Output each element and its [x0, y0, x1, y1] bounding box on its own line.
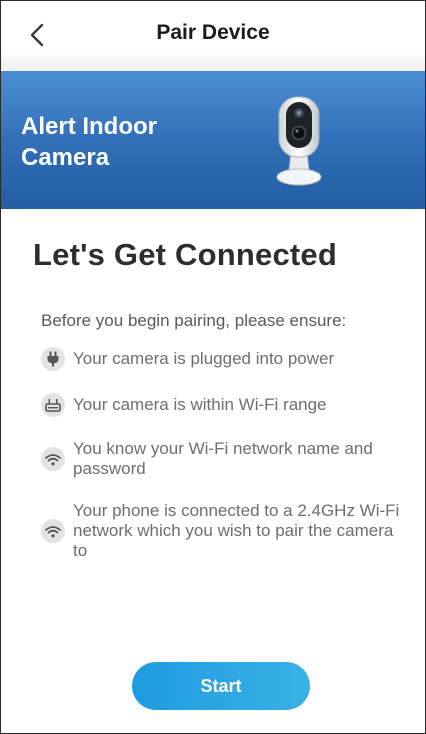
router-icon [41, 393, 65, 417]
list-item-text: Your camera is within Wi-Fi range [73, 395, 327, 414]
device-name: Alert Indoor Camera [21, 113, 157, 171]
wifi-icon [41, 447, 65, 471]
plug-icon [41, 347, 65, 371]
device-banner: Alert Indoor Camera [1, 71, 425, 209]
section-heading: Let's Get Connected [33, 237, 337, 272]
list-item-text: Your camera is plugged into power [73, 349, 335, 368]
pair-device-screen: Pair Device Alert Indoor Camera Let's Ge… [0, 0, 426, 734]
start-button[interactable]: Start [132, 662, 310, 710]
list-item-text: You know your Wi-Fi network name and pas… [73, 439, 373, 478]
list-item: Your phone is connected to a 2.4GHz Wi-F… [41, 501, 401, 561]
page-title: Pair Device [156, 21, 270, 44]
requirements-list: Your camera is plugged into power Your c… [41, 347, 401, 583]
wifi-icon [41, 519, 65, 543]
list-item-text: Your phone is connected to a 2.4GHz Wi-F… [73, 501, 400, 560]
list-item: Your camera is within Wi-Fi range [41, 393, 401, 417]
list-item: You know your Wi-Fi network name and pas… [41, 439, 401, 479]
intro-text: Before you begin pairing, please ensure: [41, 311, 347, 330]
app-header: Pair Device [1, 1, 425, 71]
list-item: Your camera is plugged into power [41, 347, 401, 371]
header-divider [1, 51, 425, 71]
indoor-camera-illustration [276, 96, 322, 186]
